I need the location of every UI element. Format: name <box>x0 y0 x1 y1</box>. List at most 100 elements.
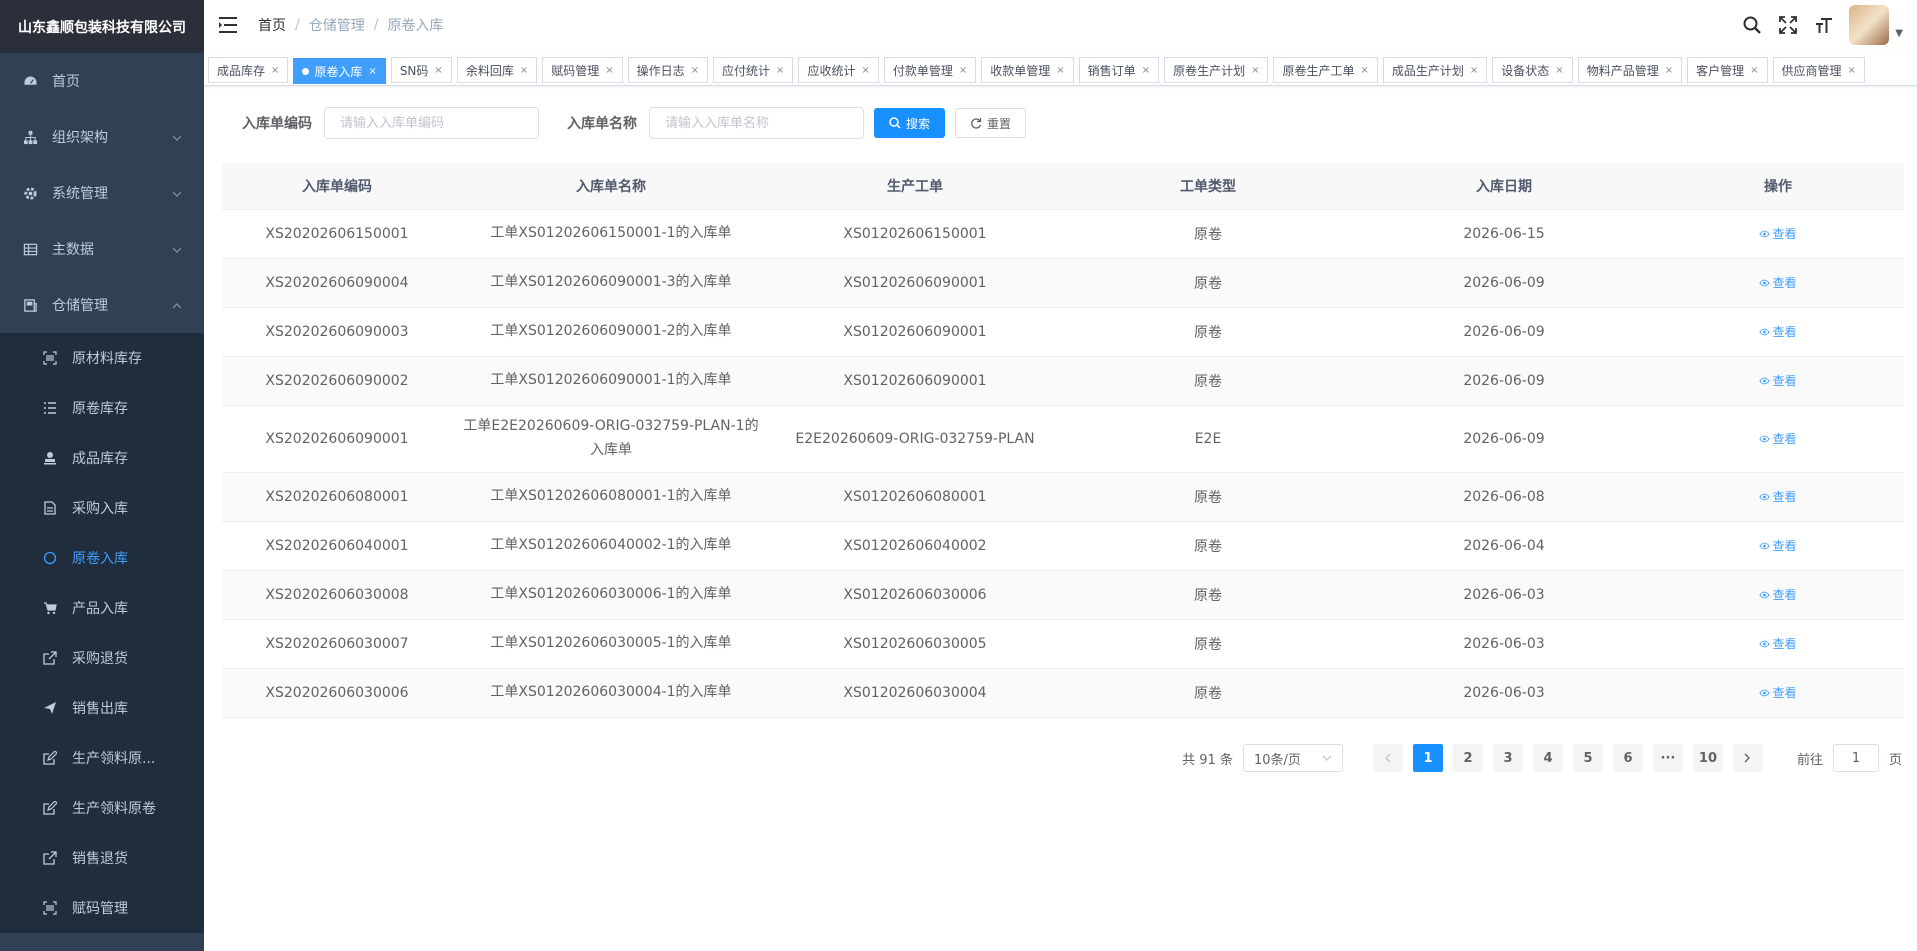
close-icon[interactable]: × <box>1665 65 1673 76</box>
cell-code: XS20202606150001 <box>222 209 452 259</box>
close-icon[interactable]: × <box>434 65 442 76</box>
hamburger-icon[interactable] <box>218 15 238 35</box>
close-icon[interactable]: × <box>520 65 528 76</box>
tag-item[interactable]: 应付统计 × <box>713 57 794 83</box>
submenu-item-6[interactable]: 采购退货 <box>0 633 204 683</box>
avatar[interactable] <box>1849 5 1890 45</box>
close-icon[interactable]: × <box>776 65 784 76</box>
tag-item[interactable]: 原卷生产工单 × <box>1273 57 1378 83</box>
search-icon[interactable] <box>1741 14 1763 36</box>
tag-item[interactable]: 收款单管理 × <box>981 57 1074 83</box>
close-icon[interactable]: × <box>1251 65 1259 76</box>
breadcrumb-home[interactable]: 首页 <box>258 15 286 35</box>
sidebar-item-3[interactable]: 主数据 <box>0 221 204 277</box>
tag-item[interactable]: 客户管理 × <box>1687 57 1768 83</box>
tag-item[interactable]: 供应商管理 × <box>1772 57 1865 83</box>
search-button[interactable]: 搜索 <box>874 108 946 138</box>
close-icon[interactable]: × <box>1750 65 1758 76</box>
view-link[interactable]: 查看 <box>1759 372 1797 389</box>
view-link[interactable]: 查看 <box>1759 323 1797 340</box>
view-link[interactable]: 查看 <box>1759 537 1797 554</box>
close-icon[interactable]: × <box>1848 65 1856 76</box>
tag-item[interactable]: 销售订单 × <box>1078 57 1160 83</box>
close-icon[interactable]: × <box>1056 65 1064 76</box>
submenu-item-11[interactable]: 赋码管理 <box>0 883 204 933</box>
reset-button[interactable]: 重置 <box>955 108 1027 138</box>
page-ellipsis[interactable]: ··· <box>1652 744 1683 772</box>
cell-name: 工单XS01202606030005-1的入库单 <box>452 619 770 669</box>
close-icon[interactable]: × <box>368 66 376 77</box>
view-label: 查看 <box>1772 276 1797 290</box>
submenu-item-3[interactable]: 采购入库 <box>0 483 204 533</box>
page-button[interactable]: 6 <box>1612 744 1643 772</box>
cell-code: XS20202606080001 <box>222 472 452 522</box>
page-button[interactable]: 1 <box>1412 744 1443 772</box>
next-page-button[interactable] <box>1732 744 1763 772</box>
tag-item[interactable]: 操作日志 × <box>627 57 709 83</box>
view-link[interactable]: 查看 <box>1759 586 1797 603</box>
page-button[interactable]: 4 <box>1532 744 1563 772</box>
sidebar-item-0[interactable]: 首页 <box>0 53 204 109</box>
page-size-select[interactable]: 10条/页 <box>1242 744 1343 772</box>
page-button[interactable]: 2 <box>1452 744 1483 772</box>
prev-page-button[interactable] <box>1372 744 1403 772</box>
tag-item[interactable]: 成品生产计划 × <box>1382 57 1488 83</box>
cell-date: 2026-06-03 <box>1356 570 1652 620</box>
goto-page-input[interactable] <box>1832 744 1879 772</box>
page-button[interactable]: 3 <box>1492 744 1523 772</box>
close-icon[interactable]: × <box>271 65 279 76</box>
submenu-item-8[interactable]: 生产领料原... <box>0 733 204 783</box>
view-link[interactable]: 查看 <box>1759 225 1797 242</box>
tag-item[interactable]: SN码 × <box>390 57 452 83</box>
chevron-down-icon[interactable]: ▼ <box>1895 28 1903 39</box>
name-input[interactable] <box>649 107 864 139</box>
close-icon[interactable]: × <box>605 65 613 76</box>
tag-item[interactable]: 应收统计 × <box>798 57 879 83</box>
submenu-item-0[interactable]: 原材料库存 <box>0 333 204 383</box>
view-link[interactable]: 查看 <box>1759 488 1797 505</box>
sidebar-item-2[interactable]: 系统管理 <box>0 165 204 221</box>
fullscreen-icon[interactable] <box>1777 14 1799 36</box>
view-link[interactable]: 查看 <box>1759 635 1797 652</box>
cell-name: 工单E2E20260609-ORIG-032759-PLAN-1的入库单 <box>452 405 770 473</box>
font-size-icon[interactable] <box>1813 14 1835 36</box>
page-button[interactable]: 5 <box>1572 744 1603 772</box>
submenu-item-10[interactable]: 销售退货 <box>0 833 204 883</box>
tag-item[interactable]: 付款单管理 × <box>883 57 977 83</box>
tag-item[interactable]: 物料产品管理 × <box>1577 57 1683 83</box>
page-button[interactable]: 10 <box>1692 744 1723 772</box>
close-icon[interactable]: × <box>1142 65 1150 76</box>
view-link[interactable]: 查看 <box>1759 430 1797 447</box>
document-icon <box>42 500 58 516</box>
cell-name-text: 工单XS01202606090001-3的入库单 <box>490 273 732 290</box>
view-link[interactable]: 查看 <box>1759 274 1797 291</box>
submenu-item-5[interactable]: 产品入库 <box>0 583 204 633</box>
breadcrumb-warehouse[interactable]: 仓储管理 <box>309 15 365 35</box>
tag-item[interactable]: 赋码管理 × <box>542 57 623 83</box>
tag-label: 原卷生产计划 <box>1173 63 1246 78</box>
submenu-item-2[interactable]: 成品库存 <box>0 433 204 483</box>
tag-item[interactable]: 原卷生产计划 × <box>1164 57 1269 83</box>
close-icon[interactable]: × <box>691 65 699 76</box>
tag-item[interactable]: 成品库存 × <box>208 57 289 83</box>
close-icon[interactable]: × <box>1555 65 1563 76</box>
close-icon[interactable]: × <box>861 65 869 76</box>
cell-date-text: 2026-06-09 <box>1463 430 1545 447</box>
code-input[interactable] <box>324 107 539 139</box>
submenu-item-4[interactable]: 原卷入库 <box>0 533 204 583</box>
submenu-item-9[interactable]: 生产领料原卷 <box>0 783 204 833</box>
submenu-item-7[interactable]: 销售出库 <box>0 683 204 733</box>
close-icon[interactable]: × <box>1470 65 1478 76</box>
tag-item[interactable]: 设备状态 × <box>1492 57 1573 83</box>
cell-order-text: XS01202606090001 <box>843 274 987 291</box>
tag-item[interactable]: 余料回库 × <box>456 57 538 83</box>
sidebar-item-1[interactable]: 组织架构 <box>0 109 204 165</box>
tag-item[interactable]: 原卷入库 × <box>293 58 386 84</box>
submenu-item-1[interactable]: 原卷库存 <box>0 383 204 433</box>
sidebar-item-4[interactable]: 仓储管理 <box>0 277 204 333</box>
warehouse-submenu: 原材料库存原卷库存 成品库存 采购入库 原卷入库 产品入库 采购退货 销售出库 生产领料原..… <box>0 333 204 933</box>
submenu-item-label: 原材料库存 <box>72 351 142 367</box>
view-link[interactable]: 查看 <box>1759 684 1797 701</box>
close-icon[interactable]: × <box>1360 65 1368 76</box>
close-icon[interactable]: × <box>959 65 967 76</box>
